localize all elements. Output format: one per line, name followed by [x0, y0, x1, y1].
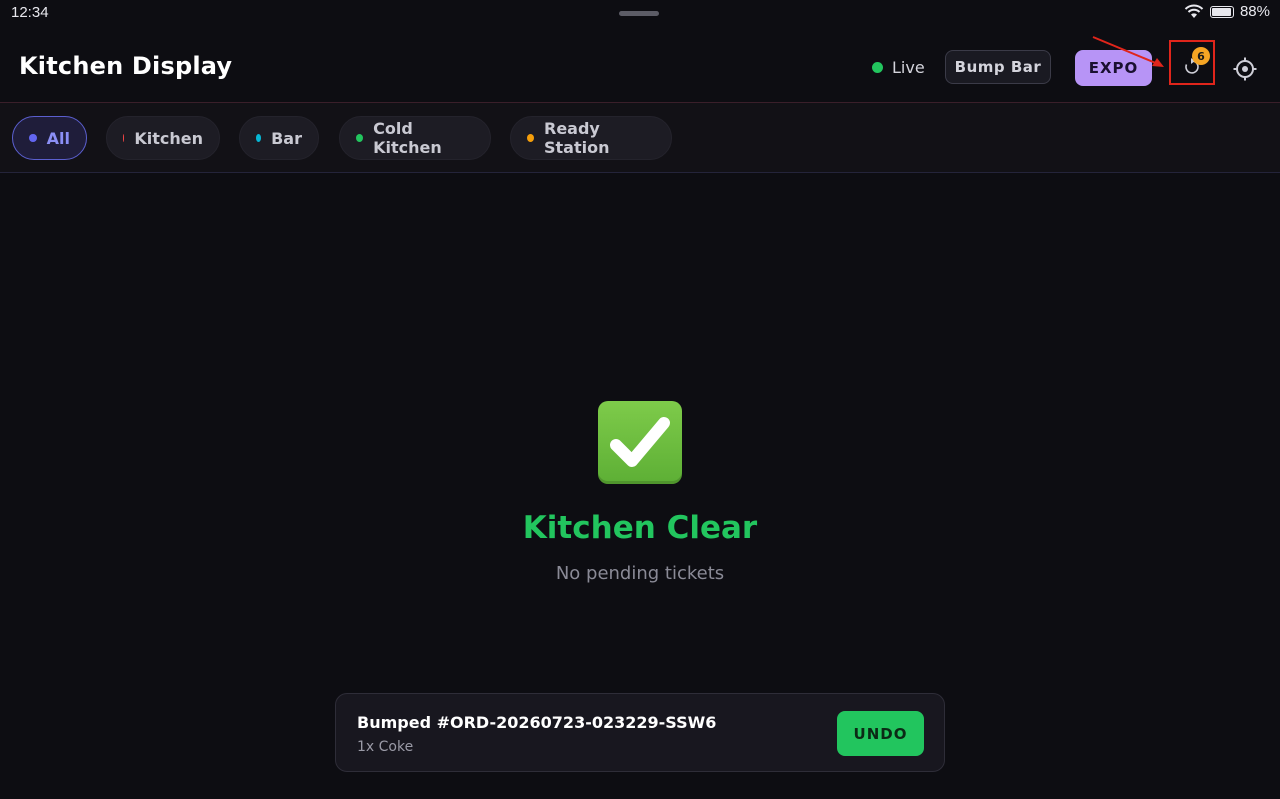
bump-toast: Bumped #ORD-20260723-023229-SSW6 1x Coke… — [335, 693, 945, 772]
annotation-arrow-icon — [1092, 36, 1164, 67]
recall-count-badge: 6 — [1192, 47, 1210, 65]
station-filter-bar: All Kitchen Bar Cold Kitchen Ready Stati… — [0, 103, 1280, 173]
empty-state-subtitle: No pending tickets — [555, 563, 725, 584]
undo-button[interactable]: UNDO — [837, 711, 924, 756]
live-indicator: Live — [872, 58, 925, 77]
check-mark-glyph — [610, 417, 670, 467]
status-icons: 88% — [1184, 3, 1270, 20]
filter-dot — [256, 134, 262, 142]
toast-subtitle: 1x Coke — [357, 739, 414, 755]
kitchen-display-screen: 12:34 88% Kitchen Display Live Bump Bar … — [0, 0, 1280, 799]
filter-dot — [356, 134, 364, 142]
filter-label: Bar — [271, 128, 302, 148]
live-status-dot — [872, 62, 883, 73]
recall-button[interactable]: 6 — [1176, 46, 1212, 82]
empty-state-title: Kitchen Clear — [522, 510, 758, 546]
status-bar: 12:34 88% — [0, 0, 1280, 28]
filter-dot — [123, 134, 125, 142]
filter-chip-cold-kitchen[interactable]: Cold Kitchen — [339, 116, 491, 160]
toast-title: Bumped #ORD-20260723-023229-SSW6 — [357, 713, 717, 732]
filter-label: Kitchen — [134, 128, 203, 148]
page-title: Kitchen Display — [19, 52, 233, 80]
filter-chip-bar[interactable]: Bar — [239, 116, 319, 160]
filter-label: Ready Station — [544, 119, 610, 157]
filter-label: All — [46, 128, 70, 148]
bump-bar-button[interactable]: Bump Bar — [945, 50, 1051, 84]
gear-icon[interactable] — [1232, 56, 1258, 82]
filter-dot — [527, 134, 534, 142]
header: Kitchen Display Live Bump Bar EXPO 6 — [0, 28, 1280, 103]
check-mark-icon — [598, 401, 682, 484]
filter-dot — [29, 134, 37, 142]
battery-percent: 88% — [1239, 3, 1270, 20]
home-indicator[interactable] — [619, 11, 659, 16]
filter-chip-kitchen[interactable]: Kitchen — [106, 116, 220, 160]
live-label: Live — [892, 58, 925, 77]
filter-chip-all[interactable]: All — [12, 116, 87, 160]
status-time: 12:34 — [11, 4, 49, 21]
battery-icon — [1209, 5, 1234, 18]
filter-label: Cold Kitchen — [373, 119, 442, 157]
wifi-icon — [1184, 4, 1204, 18]
filter-chip-ready-station[interactable]: Ready Station — [510, 116, 672, 160]
